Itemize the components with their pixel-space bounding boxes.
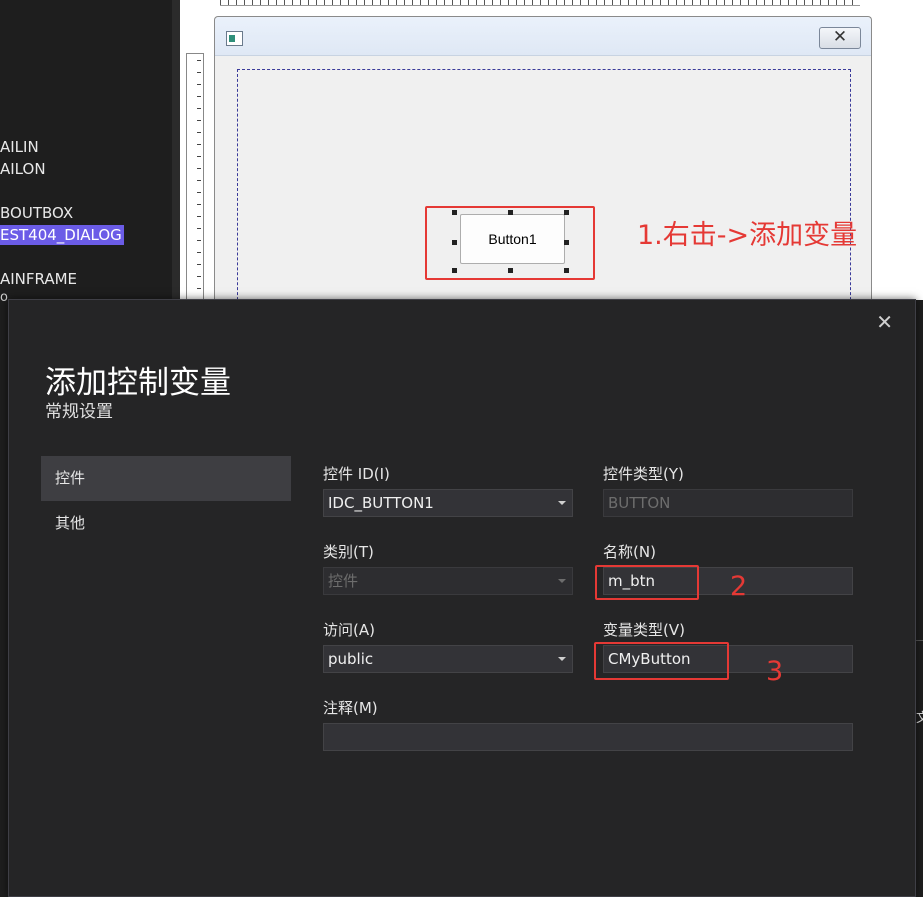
tree-item[interactable]: AILON bbox=[0, 159, 46, 179]
annotation-step1: 1.右击->添加变量 bbox=[637, 220, 858, 251]
tree-item[interactable]: AINFRAME bbox=[0, 269, 77, 289]
annotation-step3: 3 bbox=[766, 656, 784, 687]
right-edge-text: 文 bbox=[916, 711, 923, 726]
control-type-label: 控件类型(Y) bbox=[603, 465, 684, 483]
annotation-step2: 2 bbox=[730, 571, 748, 602]
horizontal-ruler bbox=[220, 0, 860, 6]
chevron-down-icon bbox=[558, 501, 566, 505]
chevron-down-icon bbox=[558, 657, 566, 661]
annotation-highlight-variable-type bbox=[594, 642, 729, 680]
nav-item-other[interactable]: 其他 bbox=[41, 501, 291, 546]
control-id-value: IDC_BUTTON1 bbox=[328, 494, 434, 512]
access-label: 访问(A) bbox=[323, 621, 375, 639]
nav-item-control[interactable]: 控件 bbox=[41, 456, 291, 501]
tree-item[interactable]: BOUTBOX bbox=[0, 203, 73, 223]
control-id-label: 控件 ID(I) bbox=[323, 465, 390, 483]
add-control-variable-dialog: ✕ 添加控制变量 常规设置 控件 其他 控件 ID(I) IDC_BUTTON1… bbox=[8, 299, 916, 897]
category-select: 控件 bbox=[323, 567, 573, 595]
dialog-title: 添加控制变量 bbox=[45, 365, 231, 401]
dialog-close-button[interactable]: ✕ bbox=[819, 27, 861, 49]
access-value: public bbox=[328, 650, 374, 668]
tree-item-fragment: o bbox=[0, 290, 8, 305]
control-id-select[interactable]: IDC_BUTTON1 bbox=[323, 489, 573, 517]
name-label: 名称(N) bbox=[603, 543, 656, 561]
close-icon[interactable]: ✕ bbox=[876, 310, 893, 334]
annotation-highlight-name bbox=[595, 565, 699, 600]
category-value: 控件 bbox=[328, 572, 359, 590]
category-label: 类别(T) bbox=[323, 543, 374, 561]
dialog-titlebar: ✕ bbox=[215, 17, 871, 56]
panel-splitter[interactable] bbox=[172, 0, 180, 300]
tree-item-selected[interactable]: EST404_DIALOG bbox=[0, 225, 124, 245]
vertical-ruler bbox=[186, 53, 204, 302]
annotation-highlight-button1 bbox=[425, 206, 595, 280]
resource-tree-panel: AILIN AILON BOUTBOX EST404_DIALOG AINFRA… bbox=[0, 0, 172, 305]
control-type-field: BUTTON bbox=[603, 489, 853, 517]
access-select[interactable]: public bbox=[323, 645, 573, 673]
comment-label: 注释(M) bbox=[323, 699, 378, 717]
chevron-down-icon bbox=[558, 579, 566, 583]
comment-input[interactable] bbox=[323, 723, 853, 751]
tree-item[interactable]: AILIN bbox=[0, 137, 39, 157]
variable-type-label: 变量类型(V) bbox=[603, 621, 685, 639]
app-icon bbox=[226, 31, 243, 46]
dialog-subtitle: 常规设置 bbox=[45, 402, 113, 422]
